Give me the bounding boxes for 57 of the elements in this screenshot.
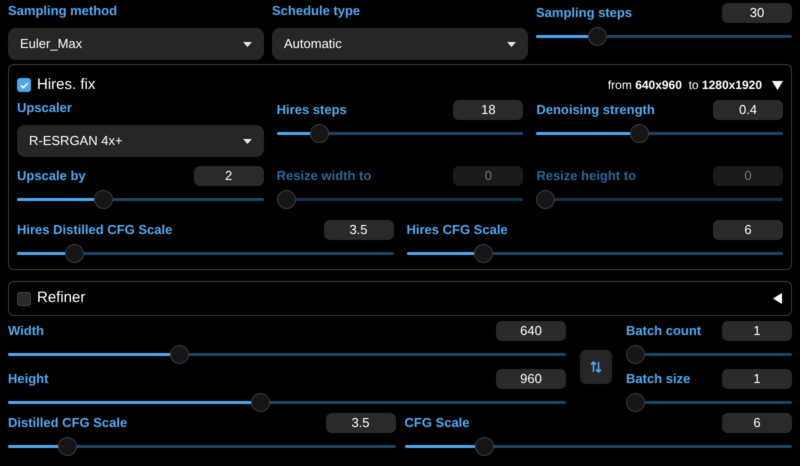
field-label: Denoising strength [536, 101, 655, 119]
field-label: Resize width to [276, 167, 372, 185]
number-input[interactable]: 3.5 [324, 220, 394, 240]
field-label: Upscaler [17, 99, 73, 117]
expand-icon[interactable] [772, 293, 783, 304]
slider[interactable] [626, 344, 792, 364]
slider[interactable] [404, 436, 792, 456]
dropdown[interactable]: Euler_Max [8, 28, 264, 60]
number-input[interactable]: 960 [496, 369, 566, 389]
caret-icon [507, 42, 516, 46]
collapse-icon[interactable] [772, 80, 783, 90]
field-label: Resize height to [536, 167, 636, 185]
dropdown[interactable]: Automatic [272, 28, 528, 60]
slider[interactable] [8, 392, 566, 412]
slider[interactable] [536, 123, 784, 143]
dropdown[interactable]: R-ESRGAN 4x+ [17, 125, 264, 157]
number-input[interactable]: 6 [713, 220, 783, 240]
number-input[interactable]: 0.4 [713, 100, 784, 120]
field-label: Width [8, 322, 44, 340]
slider[interactable] [626, 392, 792, 412]
field-label: Batch count [626, 322, 702, 340]
field-label: Hires steps [276, 101, 347, 119]
slider[interactable] [17, 243, 394, 263]
swap-button[interactable] [580, 350, 612, 384]
checkbox[interactable] [17, 292, 31, 306]
number-input[interactable]: 3.5 [326, 413, 396, 433]
slider[interactable] [406, 243, 783, 263]
caret-icon [243, 42, 252, 46]
number-input[interactable]: 6 [722, 413, 792, 433]
field-label: Upscale by [17, 167, 86, 185]
slider[interactable] [17, 189, 264, 209]
field-label: Sampling steps [536, 4, 632, 22]
field-label: Hires Distilled CFG Scale [17, 221, 172, 239]
number-input[interactable]: 18 [453, 100, 524, 120]
field-label: CFG Scale [404, 414, 470, 432]
number-input[interactable]: 640 [496, 321, 566, 341]
field-label: Batch size [626, 370, 690, 388]
checkbox[interactable] [17, 78, 31, 92]
number-input[interactable]: 1 [722, 321, 792, 341]
slider[interactable] [536, 26, 792, 46]
slider[interactable] [276, 123, 524, 143]
field-label: Schedule type [272, 2, 362, 20]
resolution-summary: from 640x960 to 1280x1920 [608, 77, 762, 94]
caret-icon [242, 138, 252, 144]
number-input[interactable]: 30 [722, 3, 792, 23]
swap-icon [590, 361, 602, 373]
slider[interactable] [8, 344, 566, 364]
section-title: Hires. fix [37, 74, 96, 95]
field-label: Hires CFG Scale [406, 221, 508, 239]
number-input[interactable]: 2 [194, 166, 264, 186]
number-input[interactable]: 1 [722, 369, 792, 389]
section-title: Refiner [37, 288, 86, 308]
field-label: Height [8, 370, 48, 388]
field-label: Sampling method [8, 2, 118, 20]
check-icon [20, 82, 28, 88]
field-label: Distilled CFG Scale [8, 414, 128, 432]
slider[interactable] [8, 436, 396, 456]
